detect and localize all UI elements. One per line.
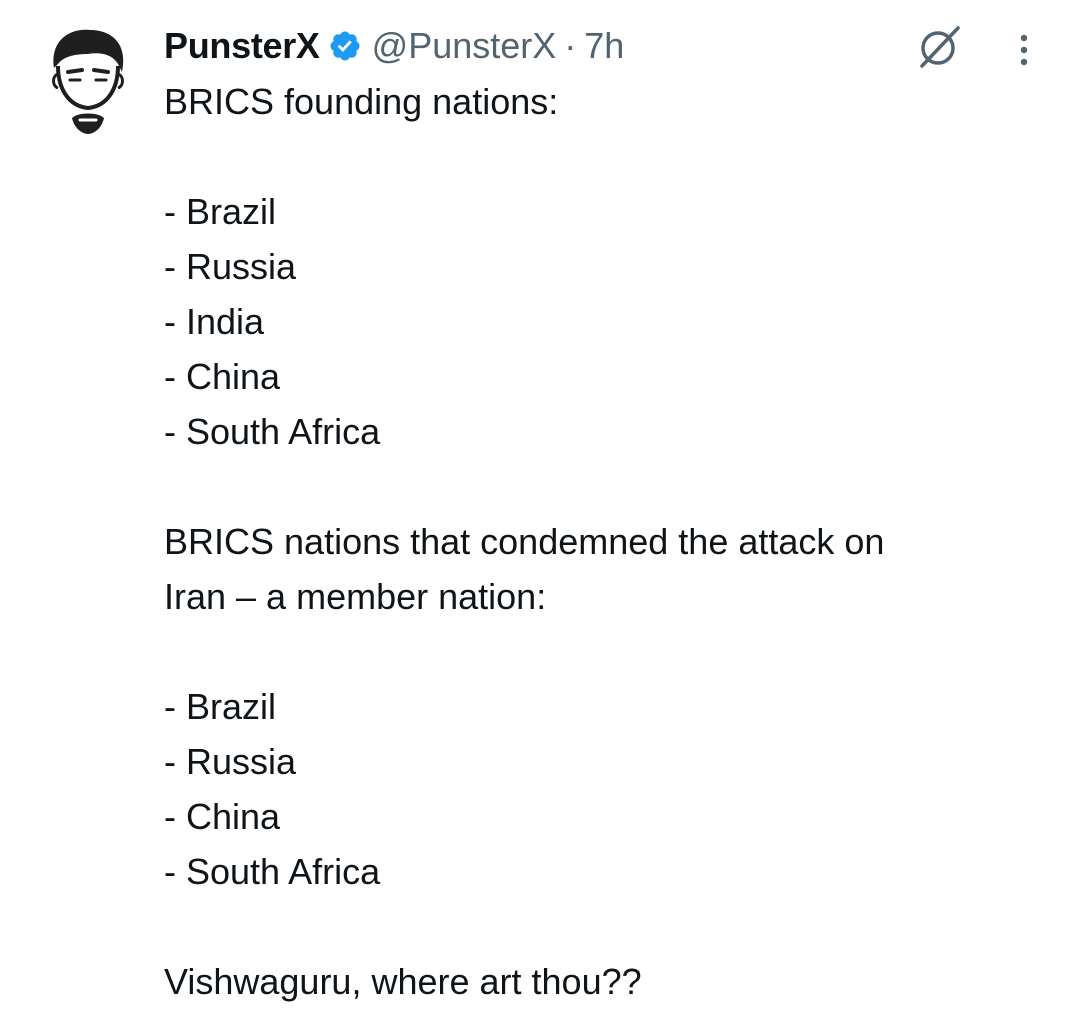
list-item: - China bbox=[164, 796, 281, 837]
avatar[interactable] bbox=[38, 24, 138, 136]
list-item: - South Africa bbox=[164, 411, 381, 452]
separator-dot: · bbox=[564, 25, 577, 66]
more-vertical-icon[interactable] bbox=[1012, 30, 1036, 70]
tweet-header: PunsterX @PunsterX · 7h bbox=[164, 22, 624, 70]
timestamp[interactable]: 7h bbox=[584, 25, 624, 67]
list-item: - South Africa bbox=[164, 851, 381, 892]
heading-condemned-line-2: Iran – a member nation: bbox=[164, 576, 547, 617]
user-handle[interactable]: @PunsterX bbox=[372, 25, 557, 67]
grok-icon[interactable] bbox=[914, 22, 964, 72]
display-name[interactable]: PunsterX bbox=[164, 25, 320, 67]
verified-badge-icon[interactable] bbox=[328, 29, 362, 63]
list-item: - Russia bbox=[164, 246, 297, 287]
closing-line: Vishwaguru, where art thou?? bbox=[164, 961, 642, 1002]
list-item: - India bbox=[164, 301, 265, 342]
list-item: - Russia bbox=[164, 741, 297, 782]
avatar-illustration bbox=[52, 29, 124, 134]
list-item: - China bbox=[164, 356, 281, 397]
heading-founding-nations: BRICS founding nations: bbox=[164, 81, 559, 122]
list-item: - Brazil bbox=[164, 191, 277, 232]
heading-condemned-line-1: BRICS nations that condemned the attack … bbox=[164, 521, 885, 562]
tweet-text: BRICS founding nations: - Brazil - Russi… bbox=[164, 74, 1054, 1009]
list-item: - Brazil bbox=[164, 686, 277, 727]
